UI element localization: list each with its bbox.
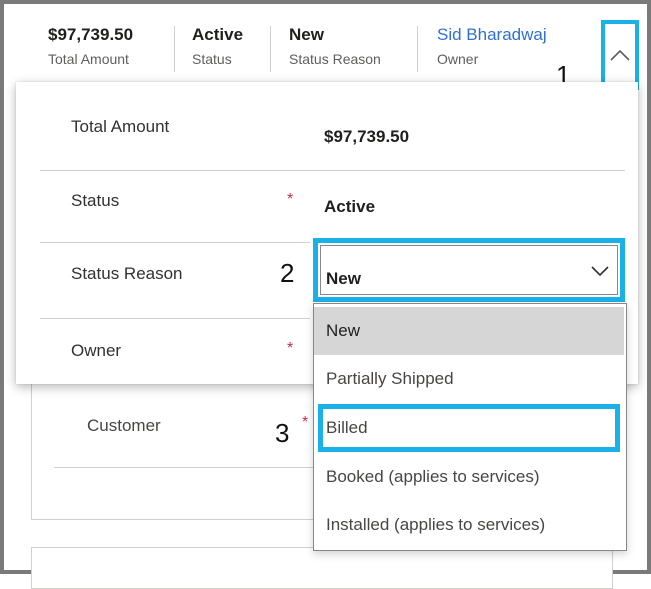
header-separator <box>417 26 418 72</box>
background-form-card-2 <box>31 547 613 589</box>
chevron-down-icon <box>591 266 609 277</box>
owner-required-marker: * <box>287 340 294 357</box>
header-total-amount-label: Total Amount <box>48 51 129 67</box>
status-reason-select[interactable]: New <box>313 238 625 302</box>
header-status-reason-label: Status Reason <box>289 51 381 67</box>
status-reason-selected-value: New <box>326 269 361 288</box>
header-status-value: Active <box>192 25 244 44</box>
status-required-marker: * <box>287 191 294 208</box>
customer-label: Customer <box>87 416 161 435</box>
header-expand-button[interactable] <box>601 20 639 90</box>
flyout-status-value: Active <box>324 197 376 216</box>
header-separator <box>174 26 175 72</box>
dropdown-option-partially-shipped[interactable]: Partially Shipped <box>314 355 624 403</box>
flyout-total-amount-label: Total Amount <box>71 117 170 136</box>
status-reason-dropdown-list: New Partially Shipped Billed Booked (app… <box>313 303 627 551</box>
chevron-up-icon <box>610 49 630 61</box>
row-divider <box>40 318 310 319</box>
header-owner-label: Owner <box>437 51 479 67</box>
flyout-owner-label: Owner <box>71 341 122 360</box>
dropdown-option-billed[interactable]: Billed <box>318 404 620 452</box>
header-status: Active Status <box>192 24 243 74</box>
dropdown-option-installed[interactable]: Installed (applies to services) <box>314 501 624 549</box>
customer-divider <box>54 467 314 468</box>
header-owner-link[interactable]: Sid Bharadwaj <box>437 24 547 46</box>
header-status-reason-value: New <box>289 25 324 44</box>
header-status-label: Status <box>192 51 232 67</box>
header-total-amount: $97,739.50 Total Amount <box>48 24 133 74</box>
customer-required-marker: * <box>302 414 309 431</box>
row-divider <box>40 170 625 171</box>
flyout-total-amount-value: $97,739.50 <box>324 127 410 146</box>
callout-number-3: 3 <box>275 418 290 448</box>
header-owner: Sid Bharadwaj Owner <box>437 24 547 74</box>
dropdown-option-booked[interactable]: Booked (applies to services) <box>314 453 624 501</box>
callout-number-2: 2 <box>280 258 295 288</box>
flyout-status-reason-label: Status Reason <box>71 264 183 283</box>
flyout-status-label: Status <box>71 191 120 210</box>
status-reason-select-box <box>320 245 618 295</box>
header-separator <box>270 26 271 72</box>
header-status-reason: New Status Reason <box>289 24 381 74</box>
row-divider <box>40 242 310 243</box>
header-total-amount-value: $97,739.50 <box>48 25 134 44</box>
dropdown-option-new[interactable]: New <box>314 307 624 355</box>
